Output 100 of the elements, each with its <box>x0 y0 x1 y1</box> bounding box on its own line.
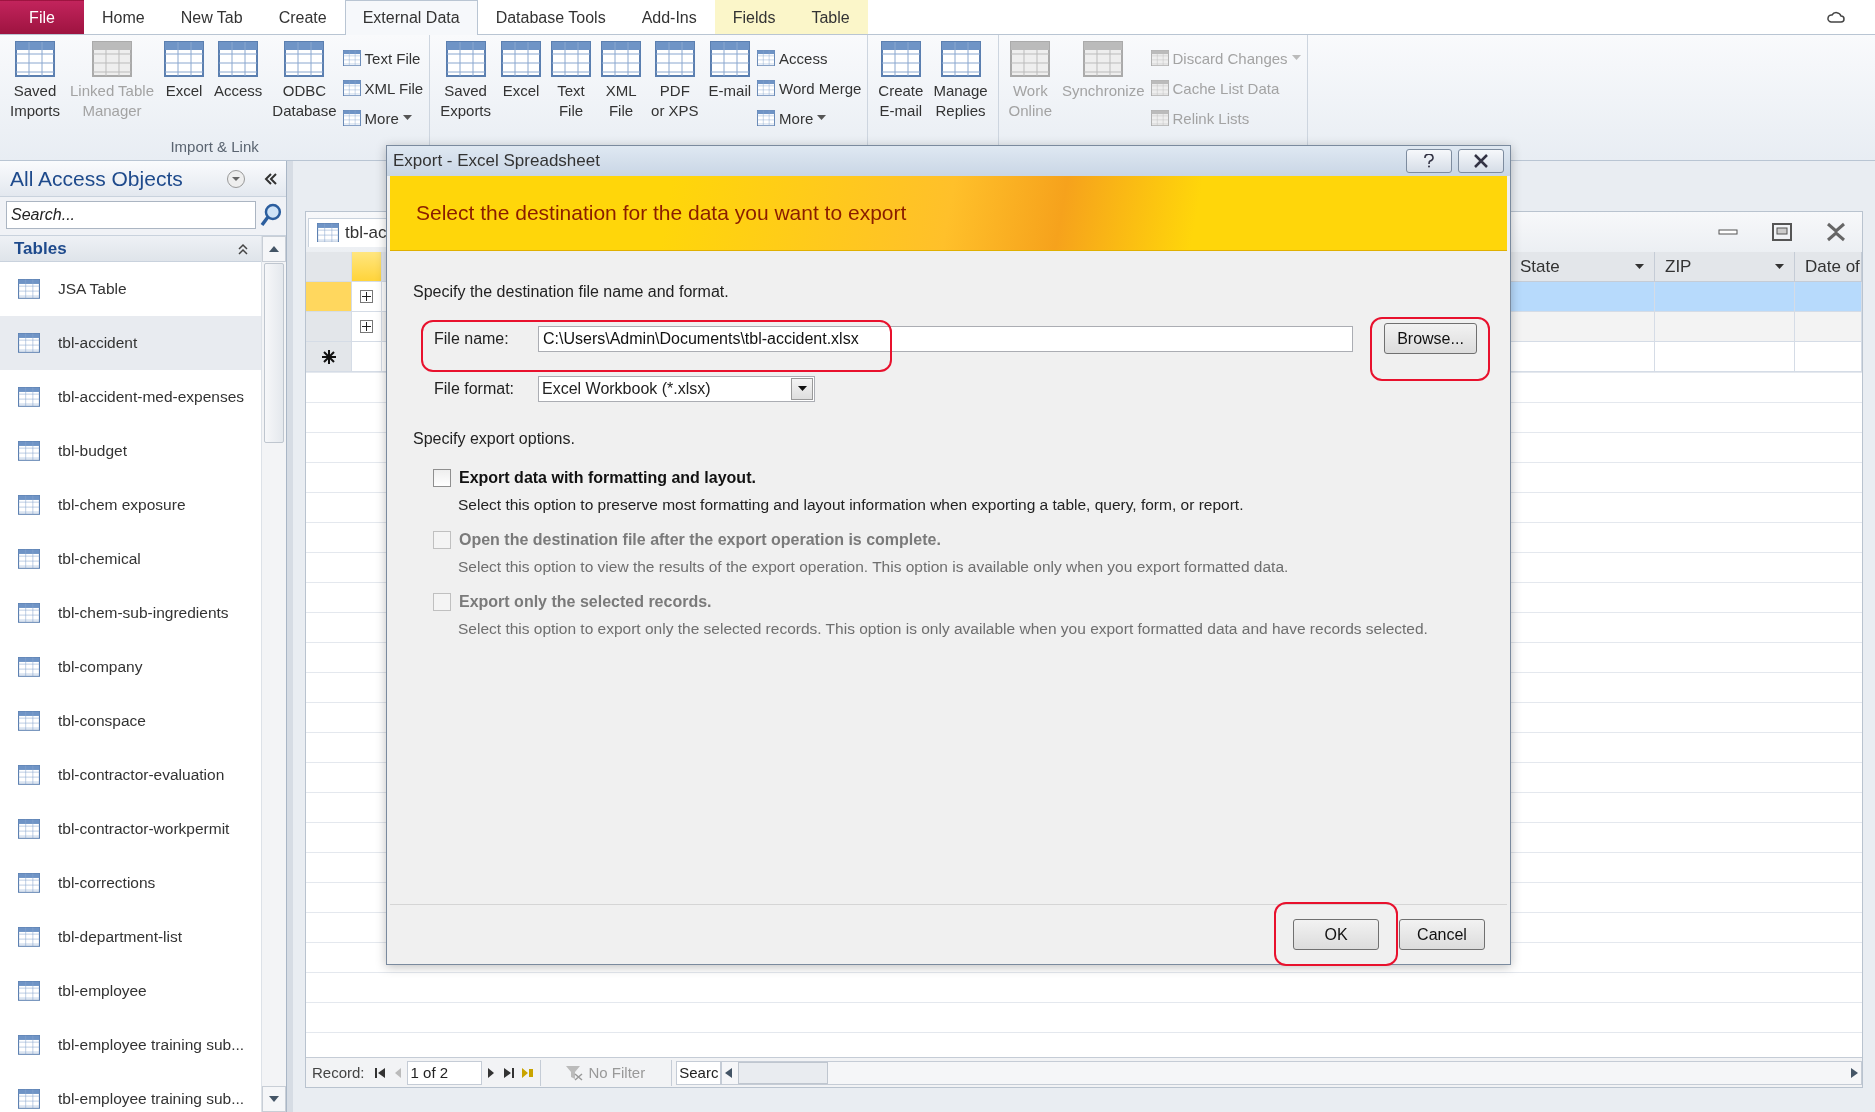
new-record-icon <box>520 1066 533 1079</box>
ribbon-button[interactable]: E-mail <box>704 39 756 138</box>
table-icon <box>18 819 40 839</box>
horizontal-scrollbar[interactable] <box>721 1060 1862 1085</box>
table-grid-icon <box>880 41 921 77</box>
table-icon <box>18 1035 40 1055</box>
ribbon-button[interactable]: Create E-mail <box>874 39 928 138</box>
ribbon-tab[interactable]: File <box>0 0 84 34</box>
file-name-field[interactable]: C:\Users\Admin\Documents\tbl-accident.xlsx <box>538 325 1353 352</box>
table-grid-icon <box>709 41 750 77</box>
ribbon-button[interactable]: Saved Exports <box>436 39 496 138</box>
minimize-icon <box>1718 229 1738 235</box>
option-label[interactable]: Export data with formatting and layout. <box>459 469 756 487</box>
dialog-title: Export - Excel Spreadsheet <box>393 151 600 171</box>
section-text: Specify export options. <box>413 430 576 448</box>
table-icon <box>18 927 40 947</box>
table-grid-icon <box>757 109 776 127</box>
ribbon-button[interactable]: Excel <box>497 39 546 138</box>
ribbon-button[interactable]: Word Merge <box>757 75 862 101</box>
option-description: Select this option to export only the selected records. This option is only available when you export formatted data and have records selected. <box>457 620 1429 638</box>
search-field[interactable]: Searc <box>676 1060 722 1085</box>
table-grid-icon <box>342 79 361 97</box>
ribbon-tab[interactable]: Home <box>84 0 163 34</box>
ribbon-tab[interactable]: Table <box>793 0 868 34</box>
ribbon-button[interactable]: ODBC Database <box>268 39 341 138</box>
column-header[interactable]: Date of <box>1795 252 1862 282</box>
dialog-button[interactable]: Cancel <box>1399 919 1485 950</box>
ribbon-button[interactable]: Manage Replies <box>929 39 992 138</box>
expand-button[interactable] <box>360 290 373 303</box>
column-header[interactable]: ZIP <box>1655 252 1795 282</box>
ribbon-button[interactable]: Access <box>757 45 862 71</box>
ribbon-tab[interactable]: External Data <box>344 0 478 35</box>
table-grid-icon <box>940 41 981 77</box>
ribbon-tab[interactable]: Database Tools <box>477 0 624 34</box>
ribbon-tab[interactable]: Fields <box>714 0 794 34</box>
ribbon-button[interactable]: XML File <box>342 75 424 101</box>
table-icon <box>18 765 40 785</box>
group-label: Import & Link <box>170 138 259 155</box>
nav-item[interactable]: tbl-accident <box>0 316 261 370</box>
scroll-up-button[interactable] <box>262 236 286 262</box>
section-header[interactable]: Tables <box>14 238 67 259</box>
table-grid-icon <box>15 41 55 77</box>
ribbon-button[interactable]: Text File <box>547 39 596 138</box>
help-button[interactable] <box>1406 149 1452 173</box>
expand-button[interactable] <box>360 320 373 333</box>
ribbon-button[interactable]: XML File <box>597 39 646 138</box>
table-grid-icon <box>218 41 259 77</box>
ribbon-button[interactable]: PDF or XPS <box>647 39 703 138</box>
dialog-button[interactable]: OK <box>1293 919 1379 950</box>
record-label: Record: <box>311 1064 366 1081</box>
ribbon-button[interactable]: Saved Imports <box>6 39 64 138</box>
table-grid-icon <box>284 41 325 77</box>
table-grid-icon <box>1150 49 1169 67</box>
table-grid-icon <box>757 49 776 67</box>
scrollbar-thumb[interactable] <box>264 263 284 443</box>
table-icon <box>18 333 40 353</box>
ribbon-tab[interactable]: Add-Ins <box>623 0 715 34</box>
document-title: tbl-ac <box>345 222 387 243</box>
scrollbar-thumb[interactable] <box>738 1061 829 1084</box>
ribbon-button[interactable]: More <box>342 105 424 131</box>
browse-button[interactable]: Browse... <box>1384 323 1477 354</box>
table-grid-icon <box>164 41 204 77</box>
scroll-down-button[interactable] <box>262 1086 286 1112</box>
file-format-dropdown[interactable]: Excel Workbook (*.xlsx) <box>538 376 815 402</box>
dropdown-caret-icon <box>797 386 807 392</box>
ribbon-button[interactable]: More <box>757 105 862 131</box>
ribbon-button[interactable]: Access <box>210 39 267 138</box>
table-grid-icon <box>551 41 592 77</box>
ribbon-button[interactable]: Excel <box>160 39 208 138</box>
ribbon-tab[interactable]: Create <box>260 0 345 34</box>
restore-icon <box>1772 223 1792 241</box>
ribbon-tab[interactable]: New Tab <box>162 0 261 34</box>
table-grid-icon <box>757 79 776 97</box>
collapse-icon[interactable] <box>237 242 249 255</box>
search-icon[interactable] <box>260 203 282 227</box>
table-icon <box>18 657 40 677</box>
field-label: File format: <box>433 380 515 398</box>
column-header[interactable]: State <box>1510 252 1655 282</box>
close-button[interactable] <box>1458 149 1504 173</box>
collapse-icon[interactable] <box>264 172 278 185</box>
plus-icon <box>362 292 371 301</box>
close-icon <box>1825 222 1847 242</box>
table-grid-icon <box>92 41 132 77</box>
cloud-icon <box>1827 10 1845 24</box>
table-grid-icon <box>654 41 695 77</box>
plus-icon <box>362 322 371 331</box>
checkbox[interactable] <box>433 469 451 487</box>
caret-icon <box>817 115 827 121</box>
sort-caret-icon <box>1635 263 1644 270</box>
record-position-field[interactable]: 1 of 2 <box>406 1060 482 1085</box>
first-icon <box>373 1066 386 1079</box>
dropdown-icon[interactable] <box>226 168 246 189</box>
search-field[interactable]: Search... <box>6 201 257 229</box>
table-grid-icon <box>342 109 361 127</box>
table-grid-icon <box>1083 41 1124 77</box>
table-grid-icon <box>342 49 361 67</box>
table-icon <box>18 873 40 893</box>
ribbon-button[interactable]: Text File <box>342 45 424 71</box>
table-grid-icon <box>601 41 642 77</box>
table-grid-icon <box>445 41 486 77</box>
